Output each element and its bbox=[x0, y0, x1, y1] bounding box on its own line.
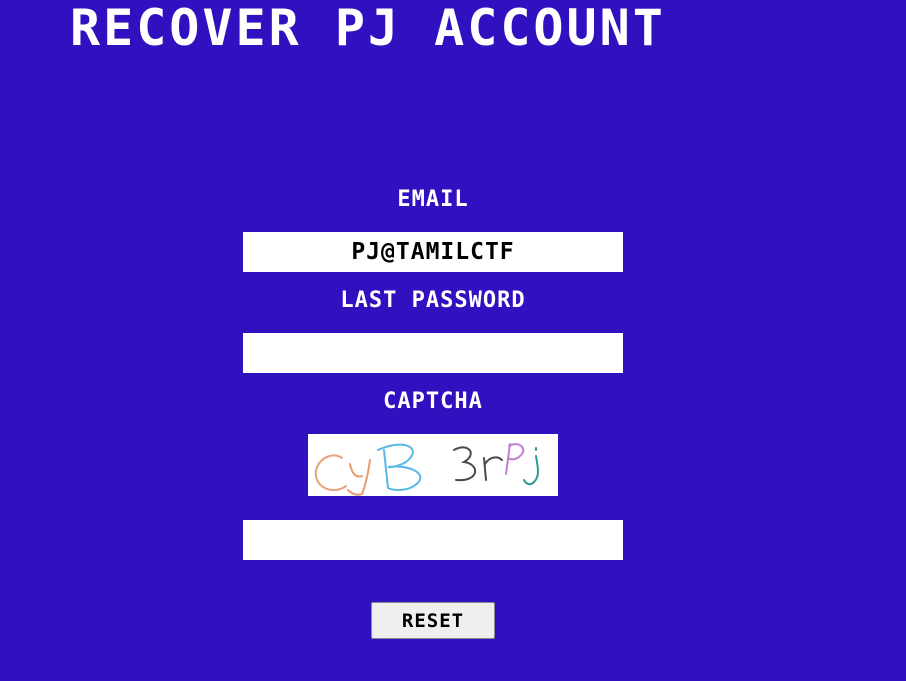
email-field[interactable] bbox=[243, 232, 623, 272]
last-password-label: LAST PASSWORD bbox=[340, 288, 526, 313]
email-label: EMAIL bbox=[397, 187, 469, 212]
captcha-image bbox=[308, 434, 558, 496]
reset-button[interactable]: RESET bbox=[371, 602, 495, 639]
last-password-field[interactable] bbox=[243, 333, 623, 373]
recover-account-page: RECOVER PJ ACCOUNT EMAIL LAST PASSWORD C… bbox=[0, 0, 906, 681]
page-title: RECOVER PJ ACCOUNT bbox=[70, 0, 666, 57]
captcha-input[interactable] bbox=[243, 520, 623, 560]
captcha-handwriting bbox=[314, 443, 539, 496]
captcha-label: CAPTCHA bbox=[383, 389, 483, 414]
